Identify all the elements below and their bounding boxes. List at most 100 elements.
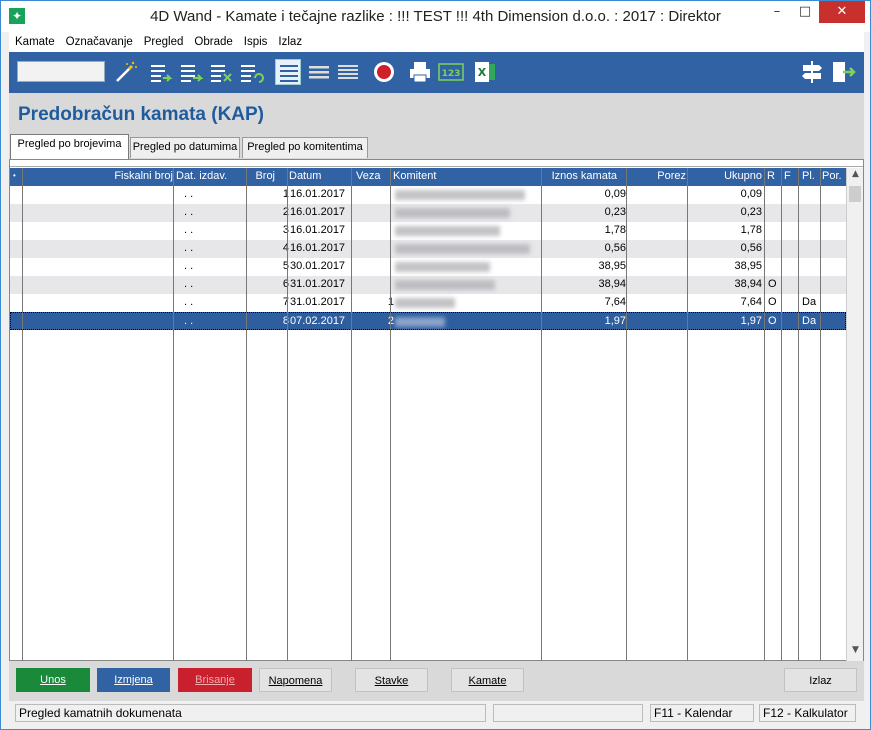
- magic-wand-icon[interactable]: [112, 59, 138, 85]
- cell-ukupno: 38,95: [734, 260, 762, 272]
- button-bar: Unos Izmjena Brisanje Napomena Stavke Ka…: [9, 661, 864, 701]
- table-row[interactable]: . . 4 16.01.2017 0,56 0,56: [10, 240, 846, 258]
- table-row-selected[interactable]: . . 8 07.02.2017 2 1,97 1,97 O Da: [10, 312, 846, 330]
- cell-iznos: 1,78: [604, 224, 626, 236]
- print-icon[interactable]: [407, 59, 433, 85]
- cell-ukupno: 38,94: [734, 278, 762, 290]
- search-input[interactable]: [17, 61, 105, 82]
- scroll-up-icon[interactable]: ▲: [847, 169, 864, 184]
- cell-datum: 07.02.2017: [290, 315, 346, 327]
- column-divider: [287, 168, 288, 661]
- tab-pregled-po-brojevima[interactable]: Pregled po brojevima: [10, 134, 129, 159]
- cell-ukupno: 0,09: [740, 188, 762, 200]
- cell-dat-izdav: . .: [184, 278, 194, 290]
- data-grid[interactable]: • Fiskalni broj Dat. izdav. Broj Datum V…: [9, 159, 864, 661]
- cell-dat-izdav: . .: [184, 296, 194, 308]
- cell-broj: 7: [282, 296, 289, 308]
- list-add-icon[interactable]: [149, 59, 175, 85]
- col-fiskalni-broj[interactable]: Fiskalni broj: [114, 170, 173, 182]
- record-icon[interactable]: [371, 59, 397, 85]
- excel-icon[interactable]: X: [472, 59, 498, 85]
- table-row[interactable]: . . 5 30.01.2017 38,95 38,95: [10, 258, 846, 276]
- vertical-scrollbar[interactable]: ▲ ▼: [846, 168, 863, 661]
- row-marker-icon: •: [13, 171, 16, 180]
- cell-komitent-redacted: [395, 298, 455, 308]
- table-row[interactable]: . . 7 31.01.2017 1 7,64 7,64 O Da: [10, 294, 846, 312]
- menu-pregled[interactable]: Pregled: [138, 32, 189, 52]
- cell-iznos: 0,56: [604, 242, 626, 254]
- col-ukupno[interactable]: Ukupno: [724, 170, 762, 182]
- close-button[interactable]: ✕: [819, 1, 865, 23]
- col-r[interactable]: R: [767, 170, 775, 182]
- unos-button[interactable]: Unos: [16, 668, 90, 692]
- column-divider: [798, 168, 799, 661]
- status-f12-kalkulator[interactable]: F12 - Kalkulator: [759, 704, 856, 722]
- brisanje-button[interactable]: Brisanje: [178, 668, 252, 692]
- signpost-icon[interactable]: [799, 59, 825, 85]
- cell-r: O: [768, 278, 777, 290]
- status-message: Pregled kamatnih dokumenata: [15, 704, 486, 722]
- cell-r: O: [768, 315, 777, 327]
- cell-broj: 6: [282, 278, 289, 290]
- cell-ukupno: 0,23: [740, 206, 762, 218]
- menu-kamate[interactable]: Kamate: [9, 32, 60, 52]
- column-divider: [246, 168, 247, 661]
- exit-icon[interactable]: [830, 59, 856, 85]
- status-empty-panel: [493, 704, 643, 722]
- menu-izlaz[interactable]: Izlaz: [272, 32, 307, 52]
- tab-pregled-po-komitentima[interactable]: Pregled po komitentima: [242, 137, 368, 158]
- cell-broj: 2: [282, 206, 289, 218]
- table-row[interactable]: . . 3 16.01.2017 1,78 1,78: [10, 222, 846, 240]
- status-f11-kalendar[interactable]: F11 - Kalendar: [650, 704, 754, 722]
- cell-dat-izdav: . .: [184, 315, 194, 327]
- maximize-button[interactable]: □: [791, 1, 819, 23]
- column-divider: [390, 168, 391, 661]
- col-dat-izdav[interactable]: Dat. izdav.: [176, 170, 227, 182]
- col-por[interactable]: Por.: [822, 170, 842, 182]
- page-header: Predobračun kamata (KAP) Pregled po broj…: [9, 93, 864, 159]
- cell-datum: 31.01.2017: [290, 296, 346, 308]
- table-row[interactable]: . . 6 31.01.2017 38,94 38,94 O: [10, 276, 846, 294]
- menu-ispis[interactable]: Ispis: [238, 32, 273, 52]
- table-row[interactable]: . . 2 16.01.2017 0,23 0,23: [10, 204, 846, 222]
- tab-pregled-po-datumima[interactable]: Pregled po datumima: [130, 137, 240, 158]
- col-komitent[interactable]: Komitent: [393, 170, 436, 182]
- col-broj[interactable]: Broj: [255, 170, 275, 182]
- menu-oznacavanje[interactable]: Označavanje: [60, 32, 138, 52]
- list-insert-icon[interactable]: [179, 59, 205, 85]
- column-divider: [781, 168, 782, 661]
- list-refresh-icon[interactable]: [239, 59, 265, 85]
- cell-ukupno: 7,64: [740, 296, 762, 308]
- napomena-button[interactable]: Napomena: [259, 668, 332, 692]
- col-veza[interactable]: Veza: [356, 170, 380, 182]
- menu-obrade[interactable]: Obrade: [188, 32, 237, 52]
- view-list-selected-icon[interactable]: [275, 59, 301, 85]
- cell-datum: 16.01.2017: [290, 224, 346, 236]
- cell-iznos: 0,23: [604, 206, 626, 218]
- izlaz-button[interactable]: Izlaz: [784, 668, 857, 692]
- stavke-button[interactable]: Stavke: [355, 668, 428, 692]
- col-f[interactable]: F: [784, 170, 791, 182]
- table-row[interactable]: . . 1 16.01.2017 0,09 0,09: [10, 186, 846, 204]
- col-porez[interactable]: Porez: [657, 170, 686, 182]
- izmjena-button[interactable]: Izmjena: [97, 668, 170, 692]
- scroll-down-icon[interactable]: ▼: [847, 645, 864, 660]
- column-divider: [687, 168, 688, 661]
- minimize-button[interactable]: –: [763, 1, 791, 23]
- view-list-icon[interactable]: [306, 59, 332, 85]
- cell-komitent-redacted: [395, 244, 530, 254]
- menu-bar: Kamate Označavanje Pregled Obrade Ispis Izlaz: [9, 32, 864, 52]
- col-datum[interactable]: Datum: [289, 170, 321, 182]
- page-title: Predobračun kamata (KAP): [18, 104, 265, 125]
- cell-datum: 16.01.2017: [290, 242, 346, 254]
- list-delete-icon[interactable]: [209, 59, 235, 85]
- col-iznos-kamata[interactable]: Iznos kamata: [552, 170, 617, 182]
- cell-dat-izdav: . .: [184, 206, 194, 218]
- view-list-dense-icon[interactable]: [335, 59, 361, 85]
- col-pl[interactable]: Pl.: [802, 170, 815, 182]
- scroll-thumb[interactable]: [849, 186, 861, 202]
- number-123-icon[interactable]: 123: [438, 59, 464, 85]
- cell-ukupno: 1,97: [740, 315, 762, 327]
- kamate-button[interactable]: Kamate: [451, 668, 524, 692]
- column-divider: [173, 168, 174, 661]
